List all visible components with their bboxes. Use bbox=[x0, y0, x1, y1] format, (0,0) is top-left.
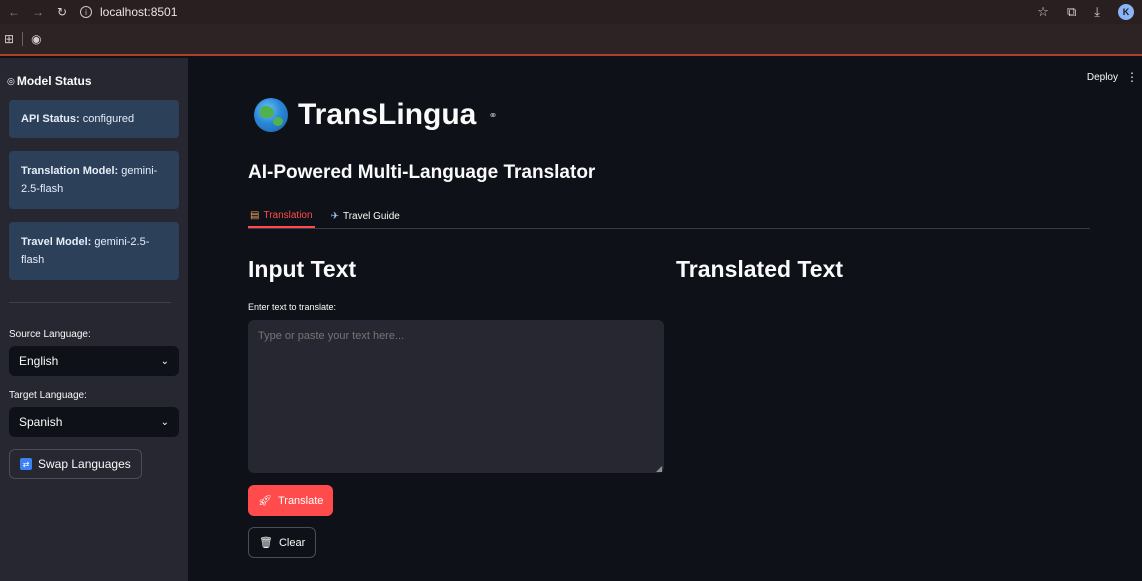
address-bar[interactable]: i localhost:8501 bbox=[80, 3, 177, 21]
swap-languages-label: Swap Languages bbox=[38, 457, 131, 471]
source-language-select[interactable]: English ⌄ bbox=[9, 346, 179, 376]
translate-button[interactable]: 🚀︎ Translate bbox=[248, 485, 334, 516]
puzzle-icon[interactable]: ⧉ bbox=[1067, 4, 1076, 20]
translation-model-box: Translation Model: gemini-2.5-flash bbox=[9, 151, 179, 209]
rocket-icon: 🚀︎ bbox=[258, 495, 272, 507]
status-key: Travel Model: bbox=[21, 236, 92, 248]
sidebar: ◎ Model Status API Status: configured Tr… bbox=[0, 58, 188, 581]
status-key: API Status: bbox=[21, 113, 80, 125]
input-field-label: Enter text to translate: bbox=[248, 302, 337, 312]
airplane-icon: ✈ bbox=[330, 210, 339, 222]
avatar[interactable]: K bbox=[1118, 4, 1134, 20]
sidebar-title-text: Model Status bbox=[16, 74, 92, 88]
apps-grid-icon[interactable]: ⊞ bbox=[4, 32, 14, 46]
page-title: TransLingua bbox=[298, 98, 477, 131]
url-text: localhost:8501 bbox=[100, 5, 178, 19]
download-icon[interactable]: ⤓ bbox=[1094, 4, 1100, 20]
site-info-icon[interactable]: i bbox=[80, 6, 92, 18]
target-language-value: Spanish bbox=[19, 415, 63, 429]
main-menu-icon[interactable]: ⋮ bbox=[1126, 70, 1138, 84]
tab-bar: ▤ Translation ✈ Travel Guide bbox=[248, 204, 1090, 229]
main-content: Deploy ⋮ TransLingua ⚭ AI-Powered Multi-… bbox=[188, 58, 1142, 581]
browser-toolbar: ← → ↻ i localhost:8501 ☆ ⧉ ⤓ K bbox=[0, 0, 1142, 24]
page-subtitle: AI-Powered Multi-Language Translator bbox=[248, 162, 596, 183]
clear-label: Clear bbox=[278, 536, 306, 549]
translate-label: Translate bbox=[277, 494, 324, 507]
swap-languages-button[interactable]: ⇄ Swap Languages bbox=[9, 449, 142, 479]
swap-icon: ⇄ bbox=[20, 458, 32, 470]
chevron-down-icon: ⌄ bbox=[160, 355, 169, 367]
input-heading: Input Text bbox=[248, 256, 357, 282]
trash-icon: 🗑︎ bbox=[259, 537, 273, 549]
chevron-down-icon: ⌄ bbox=[160, 416, 169, 428]
document-icon: ▤ bbox=[250, 209, 260, 221]
browser-chrome: ← → ↻ i localhost:8501 ☆ ⧉ ⤓ K ⊞ ◉ bbox=[0, 0, 1142, 56]
resize-handle-icon[interactable]: ◢ bbox=[656, 464, 662, 473]
target-language-label: Target Language: bbox=[9, 390, 87, 401]
app-title: TransLingua ⚭ bbox=[254, 98, 498, 132]
tab-label: Travel Guide bbox=[342, 210, 400, 222]
deploy-button[interactable]: Deploy bbox=[1087, 72, 1118, 83]
star-icon[interactable]: ☆ bbox=[1037, 4, 1049, 20]
bookmarks-bar: ⊞ ◉ bbox=[0, 24, 1142, 54]
api-status-box: API Status: configured bbox=[9, 100, 179, 138]
source-language-value: English bbox=[19, 354, 59, 368]
sidebar-divider bbox=[9, 302, 171, 303]
travel-model-box: Travel Model: gemini-2.5-flash bbox=[9, 222, 179, 280]
globe-icon bbox=[254, 98, 288, 132]
tab-translation[interactable]: ▤ Translation bbox=[248, 204, 315, 228]
globe-icon[interactable]: ◉ bbox=[31, 32, 41, 46]
robot-icon: ◎ bbox=[7, 75, 15, 86]
clear-button[interactable]: 🗑︎ Clear bbox=[248, 527, 317, 558]
link-icon[interactable]: ⚭ bbox=[488, 109, 497, 122]
forward-icon[interactable]: → bbox=[32, 5, 44, 19]
browser-actions: ☆ ⧉ ⤓ K bbox=[1037, 4, 1134, 20]
target-language-select[interactable]: Spanish ⌄ bbox=[9, 407, 179, 437]
back-icon[interactable]: ← bbox=[8, 5, 20, 19]
status-key: Translation Model: bbox=[21, 165, 119, 177]
tab-travel-guide[interactable]: ✈ Travel Guide bbox=[329, 204, 402, 228]
bookmark-divider bbox=[22, 32, 24, 46]
source-language-label: Source Language: bbox=[9, 329, 91, 340]
status-value: configured bbox=[79, 113, 135, 125]
input-textarea[interactable] bbox=[248, 320, 664, 473]
sidebar-title: ◎ Model Status bbox=[7, 74, 179, 88]
tab-label: Translation bbox=[263, 209, 313, 221]
reload-icon[interactable]: ↻ bbox=[56, 5, 68, 19]
output-heading: Translated Text bbox=[676, 256, 844, 282]
